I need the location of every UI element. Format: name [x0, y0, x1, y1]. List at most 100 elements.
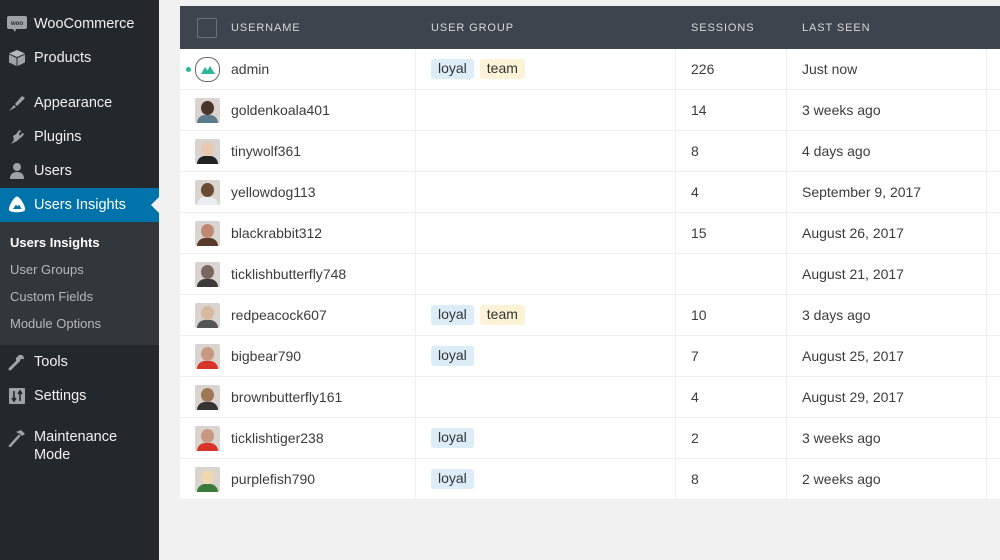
group-tag-loyal[interactable]: loyal — [431, 428, 474, 448]
sidebar-item-appearance[interactable]: Appearance — [0, 86, 159, 120]
username[interactable]: ticklishbutterfly748 — [231, 266, 346, 282]
table-row[interactable]: purplefish790 loyal 8 2 weeks ago — [180, 459, 1000, 500]
avatar — [195, 343, 220, 369]
username[interactable]: brownbutterfly161 — [231, 389, 342, 405]
svg-text:woo: woo — [10, 21, 23, 27]
user-group-cell: loyal — [416, 459, 676, 499]
sessions-cell: 8 — [676, 459, 787, 499]
user-group-cell: loyal team — [416, 49, 676, 89]
last-seen-cell: August 29, 2017 — [787, 377, 987, 417]
column-header-sessions[interactable]: SESSIONS — [676, 22, 787, 34]
table-body: admin loyal team 226 Just now goldenkoala401 1… — [180, 49, 1000, 500]
sidebar-item-label: Maintenance Mode — [34, 429, 118, 463]
submenu-item-users-insights[interactable]: Users Insights — [0, 229, 159, 256]
sessions-cell: 10 — [676, 295, 787, 335]
group-tag-team[interactable]: team — [479, 59, 525, 79]
avatar — [195, 220, 220, 246]
last-seen-cell: 3 days ago — [787, 295, 987, 335]
table-row[interactable]: goldenkoala401 14 3 weeks ago — [180, 90, 1000, 131]
sessions-cell: 15 — [676, 213, 787, 253]
group-tag-loyal[interactable]: loyal — [431, 59, 474, 79]
user-group-cell: loyal — [416, 336, 676, 376]
last-seen-cell: August 21, 2017 — [787, 254, 987, 294]
username[interactable]: admin — [231, 61, 269, 77]
user-group-cell: loyal team — [416, 295, 676, 335]
avatar — [195, 97, 220, 123]
sessions-cell: 14 — [676, 90, 787, 130]
sessions-cell: 4 — [676, 377, 787, 417]
sidebar-item-label: Plugins — [34, 129, 82, 145]
group-tag-loyal[interactable]: loyal — [431, 346, 474, 366]
sessions-cell: 226 — [676, 49, 787, 89]
sidebar-item-woocommerce[interactable]: woo WooCommerce — [0, 7, 159, 41]
settings-icon — [7, 386, 27, 406]
user-group-cell — [416, 377, 676, 417]
username[interactable]: redpeacock607 — [231, 307, 327, 323]
username[interactable]: goldenkoala401 — [231, 102, 330, 118]
woo-icon: woo — [7, 14, 27, 34]
sidebar-item-users-insights[interactable]: Users Insights — [0, 188, 159, 222]
sessions-cell: 2 — [676, 418, 787, 458]
sidebar-item-settings[interactable]: Settings — [0, 379, 159, 413]
users-insights-icon — [7, 195, 27, 215]
last-seen-cell: Just now — [787, 49, 987, 89]
table-row[interactable]: blackrabbit312 15 August 26, 2017 — [180, 213, 1000, 254]
user-group-cell — [416, 131, 676, 171]
table-row[interactable]: brownbutterfly161 4 August 29, 2017 — [180, 377, 1000, 418]
sidebar-item-label: Settings — [34, 388, 87, 404]
table-header: USERNAME USER GROUP SESSIONS LAST SEEN — [180, 6, 1000, 49]
last-seen-cell: 3 weeks ago — [787, 418, 987, 458]
table-row[interactable]: yellowdog113 4 September 9, 2017 — [180, 172, 1000, 213]
sessions-cell: 7 — [676, 336, 787, 376]
select-all-checkbox[interactable] — [197, 17, 217, 38]
last-seen-cell: 3 weeks ago — [787, 90, 987, 130]
avatar — [195, 384, 220, 410]
avatar — [195, 56, 220, 82]
group-tag-loyal[interactable]: loyal — [431, 305, 474, 325]
sidebar-item-products[interactable]: Products — [0, 41, 159, 75]
table-row[interactable]: ticklishbutterfly748 August 21, 2017 — [180, 254, 1000, 295]
sidebar-item-label: Users Insights — [34, 197, 126, 213]
username[interactable]: purplefish790 — [231, 471, 315, 487]
submenu-item-module-options[interactable]: Module Options — [0, 310, 159, 337]
users-insights-logo-icon — [200, 66, 215, 74]
username[interactable]: ticklishtiger238 — [231, 430, 324, 446]
table-row[interactable]: admin loyal team 226 Just now — [180, 49, 1000, 90]
sidebar-item-label: WooCommerce — [34, 16, 135, 32]
admin-sidebar: woo WooCommerce Products Appearance Plug… — [0, 0, 159, 560]
sidebar-item-maintenance-mode[interactable]: Maintenance Mode — [0, 423, 159, 469]
group-tag-team[interactable]: team — [479, 305, 525, 325]
column-header-user-group[interactable]: USER GROUP — [416, 22, 676, 34]
username[interactable]: blackrabbit312 — [231, 225, 322, 241]
avatar — [195, 466, 220, 492]
last-seen-cell: September 9, 2017 — [787, 172, 987, 212]
user-group-cell — [416, 172, 676, 212]
sessions-cell: 4 — [676, 172, 787, 212]
sidebar-item-users[interactable]: Users — [0, 154, 159, 188]
last-seen-cell: August 25, 2017 — [787, 336, 987, 376]
sidebar-item-tools[interactable]: Tools — [0, 345, 159, 379]
sidebar-item-label: Products — [34, 50, 92, 66]
table-row[interactable]: redpeacock607 loyal team 10 3 days ago — [180, 295, 1000, 336]
column-header-username[interactable]: USERNAME — [231, 22, 301, 34]
table-row[interactable]: tinywolf361 8 4 days ago — [180, 131, 1000, 172]
username[interactable]: bigbear790 — [231, 348, 301, 364]
username[interactable]: tinywolf361 — [231, 143, 301, 159]
app: woo WooCommerce Products Appearance Plug… — [0, 0, 1000, 560]
user-group-cell: loyal — [416, 418, 676, 458]
user-icon — [7, 161, 27, 181]
user-group-cell — [416, 90, 676, 130]
table-row[interactable]: bigbear790 loyal 7 August 25, 2017 — [180, 336, 1000, 377]
online-status-dot — [186, 67, 191, 72]
username[interactable]: yellowdog113 — [231, 184, 316, 200]
sidebar-item-plugins[interactable]: Plugins — [0, 120, 159, 154]
table-row[interactable]: ticklishtiger238 loyal 2 3 weeks ago — [180, 418, 1000, 459]
column-header-last-seen[interactable]: LAST SEEN — [787, 22, 987, 34]
submenu-item-user-groups[interactable]: User Groups — [0, 256, 159, 283]
user-group-cell — [416, 213, 676, 253]
sidebar-item-label: Tools — [34, 354, 68, 370]
hammer-icon — [7, 428, 27, 448]
wrench-icon — [7, 352, 27, 372]
group-tag-loyal[interactable]: loyal — [431, 469, 474, 489]
submenu-item-custom-fields[interactable]: Custom Fields — [0, 283, 159, 310]
